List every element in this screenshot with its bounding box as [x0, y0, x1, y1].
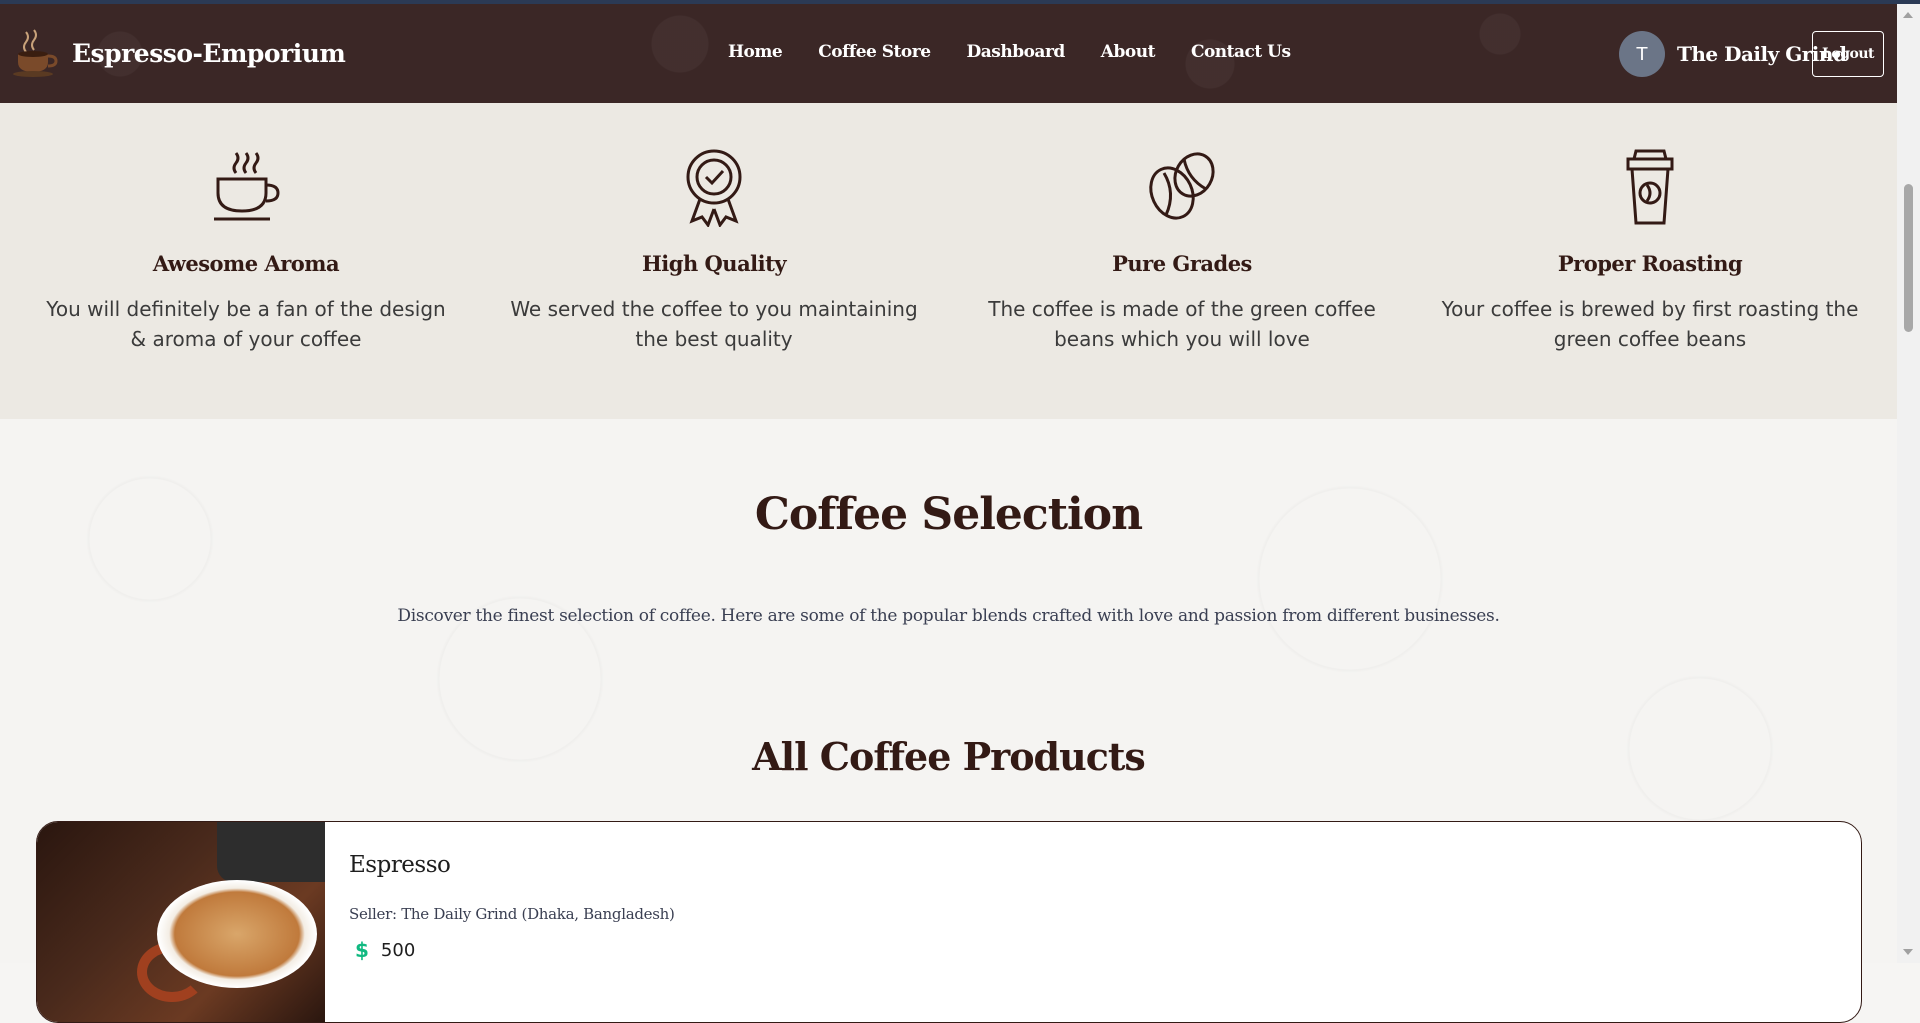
coffee-cup-icon: [214, 152, 280, 221]
nav-link-about[interactable]: About: [1101, 42, 1156, 62]
feature-title: Pure Grades: [1112, 251, 1252, 276]
nav-link-coffee-store[interactable]: Coffee Store: [818, 42, 931, 62]
nav-link-home[interactable]: Home: [728, 42, 783, 62]
brand-name: Espresso-Emporium: [72, 38, 346, 68]
feature-text: You will definitely be a fan of the desi…: [46, 297, 446, 351]
avatar[interactable]: T: [1619, 31, 1665, 77]
scroll-thumb[interactable]: [1904, 184, 1913, 332]
main-nav: Home Coffee Store Dashboard About Contac…: [728, 42, 1291, 62]
coffee-selection-section: Coffee Selection Discover the finest sel…: [0, 419, 1897, 1023]
price-row: $ 500: [355, 938, 415, 962]
nav-link-contact-us[interactable]: Contact Us: [1191, 42, 1291, 62]
nav-link-dashboard[interactable]: Dashboard: [967, 42, 1066, 62]
feature-text: Your coffee is brewed by first roasting …: [1441, 297, 1859, 351]
features-section: Awesome Aroma You will definitely be a f…: [0, 103, 1897, 419]
coffee-cup-shape: [157, 880, 317, 988]
feature-proper-roasting: Proper Roasting Your coffee is brewed by…: [1430, 147, 1870, 354]
products-title: All Coffee Products: [752, 734, 1146, 779]
feature-awesome-aroma: Awesome Aroma You will definitely be a f…: [26, 147, 466, 354]
logout-button[interactable]: Logout: [1812, 31, 1884, 77]
feature-text: The coffee is made of the green coffee b…: [988, 297, 1376, 351]
product-seller: Seller: The Daily Grind (Dhaka, Banglade…: [349, 905, 675, 923]
scroll-down-arrow-icon[interactable]: [1903, 949, 1913, 955]
feature-high-quality: High Quality We served the coffee to you…: [494, 147, 934, 354]
coffee-logo-icon: [13, 29, 58, 77]
section-title: Coffee Selection: [754, 489, 1143, 540]
vertical-scrollbar[interactable]: [1897, 4, 1920, 963]
product-card[interactable]: Espresso Seller: The Daily Grind (Dhaka,…: [36, 821, 1862, 1023]
scroll-up-arrow-icon[interactable]: [1903, 12, 1913, 18]
product-image: [37, 822, 325, 1022]
coffee-beans-icon: [1149, 152, 1215, 220]
feature-text: We served the coffee to you maintaining …: [510, 297, 918, 351]
espresso-machine-shape: [217, 822, 325, 882]
feature-title: High Quality: [641, 251, 787, 276]
feature-title: Proper Roasting: [1557, 251, 1743, 276]
feature-title: Awesome Aroma: [152, 251, 340, 276]
dollar-icon: $: [355, 938, 369, 962]
brand[interactable]: Espresso-Emporium: [12, 28, 346, 78]
navbar: Espresso-Emporium Home Coffee Store Dash…: [0, 4, 1897, 103]
product-name: Espresso: [349, 852, 451, 878]
feature-pure-grades: Pure Grades The coffee is made of the gr…: [962, 147, 1402, 354]
takeaway-cup-icon: [1626, 149, 1674, 225]
section-description: Discover the finest selection of coffee.…: [397, 606, 1500, 626]
product-price: 500: [380, 939, 416, 961]
quality-badge-icon: [686, 149, 742, 227]
